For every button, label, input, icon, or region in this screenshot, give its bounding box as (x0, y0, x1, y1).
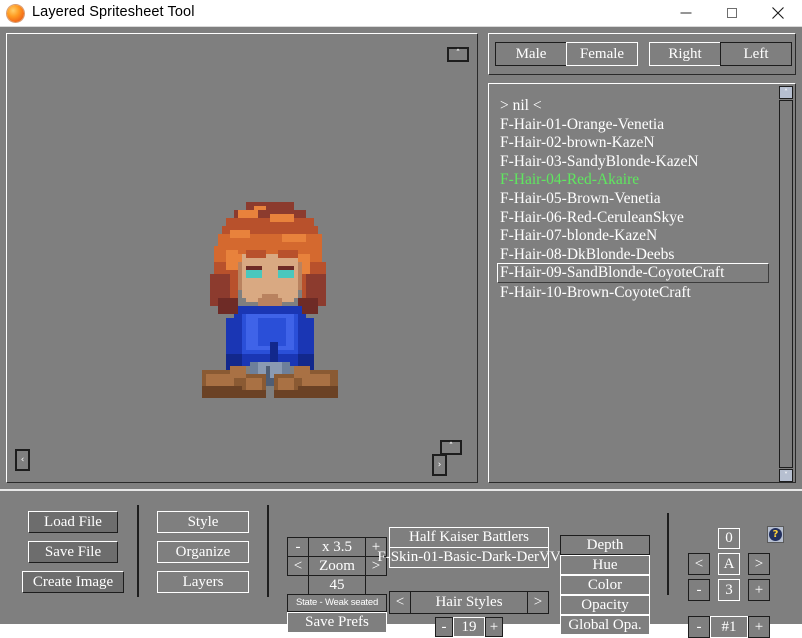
title-bar: Layered Spritesheet Tool (0, 0, 802, 27)
category-prev-button[interactable]: < (389, 591, 411, 614)
list-item[interactable]: F-Hair-01-Orange-Venetia (497, 115, 769, 134)
list-item[interactable]: F-Hair-05-Brown-Venetia (497, 189, 769, 208)
canvas-next-frame-button[interactable]: › (432, 454, 447, 476)
list-item[interactable]: > nil < (497, 96, 769, 115)
palette-top-value: 0 (718, 528, 740, 549)
toggle-right[interactable]: Right (649, 42, 721, 66)
list-item-selected[interactable]: F-Hair-04-Red-Akaire (497, 170, 769, 189)
scroll-up-icon[interactable]: ˄ (779, 86, 793, 99)
layer-id-increase-button[interactable]: + (748, 616, 770, 638)
divider (667, 513, 669, 595)
main-content: ˄ ‹ ˄ › Male Female Right Left > nil < F… (0, 27, 802, 638)
frame-value: 45 (308, 575, 366, 595)
list-item[interactable]: F-Hair-02-brown-KazeN (497, 133, 769, 152)
hue-button[interactable]: Hue (560, 555, 650, 575)
save-prefs-button[interactable]: Save Prefs (287, 612, 387, 633)
toggle-male[interactable]: Male (495, 42, 567, 66)
depth-button[interactable]: Depth (560, 535, 650, 555)
state-label: State - Weak seated (287, 594, 387, 612)
canvas-scroll-up-alt-button[interactable]: ˄ (440, 440, 462, 455)
global-opacity-button[interactable]: Global Opa. (560, 615, 650, 635)
gender-toggle-group: Male Female (495, 42, 638, 66)
divider (267, 505, 269, 597)
zoom-label: Zoom (308, 556, 366, 576)
layer-id-decrease-button[interactable]: - (688, 616, 710, 638)
organize-button[interactable]: Organize (157, 541, 249, 563)
toggle-left[interactable]: Left (720, 42, 792, 66)
index-decrease-button[interactable]: - (435, 617, 453, 637)
list-item[interactable]: F-Hair-10-Brown-CoyoteCraft (497, 283, 769, 302)
app-logo-icon (7, 5, 24, 22)
close-button[interactable] (755, 0, 801, 26)
style-button[interactable]: Style (157, 511, 249, 533)
category-next-button[interactable]: > (527, 591, 549, 614)
application-window: Layered Spritesheet Tool ˄ ‹ ˄ › Male Fe… (0, 0, 802, 638)
asset-list: > nil < F-Hair-01-Orange-Venetia F-Hair-… (497, 96, 769, 301)
layer-id-value: #1 (710, 616, 748, 638)
question-mark-icon: ? (769, 528, 782, 541)
palette-next-button[interactable]: > (748, 553, 770, 575)
toggle-panel: Male Female Right Left (488, 33, 796, 75)
canvas-prev-frame-button[interactable]: ‹ (15, 449, 30, 471)
index-increase-button[interactable]: + (485, 617, 503, 637)
list-item[interactable]: F-Hair-07-blonde-KazeN (497, 226, 769, 245)
load-file-button[interactable]: Load File (28, 511, 118, 533)
battler-set-label[interactable]: Half Kaiser Battlers (389, 527, 549, 548)
list-scrollbar[interactable]: ˄ ˅ (778, 85, 794, 482)
sprite-canvas-panel[interactable]: ˄ ‹ ˄ › (6, 33, 478, 483)
toggle-female[interactable]: Female (566, 42, 638, 66)
facing-toggle-group: Right Left (649, 42, 792, 66)
help-button[interactable]: ? (767, 526, 784, 543)
sprite-preview (182, 194, 358, 402)
minimize-icon (680, 12, 692, 14)
create-image-button[interactable]: Create Image (22, 571, 124, 593)
palette-increase-button[interactable]: + (748, 579, 770, 601)
divider (137, 505, 139, 597)
asset-list-panel: > nil < F-Hair-01-Orange-Venetia F-Hair-… (488, 83, 796, 483)
list-item[interactable]: F-Hair-06-Red-CeruleanSkye (497, 208, 769, 227)
palette-letter-value: A (718, 553, 740, 575)
zoom-value: x 3.5 (308, 537, 366, 557)
scrollbar-track[interactable] (779, 100, 793, 468)
canvas-scroll-up-button[interactable]: ˄ (447, 47, 469, 62)
opacity-button[interactable]: Opacity (560, 595, 650, 615)
skin-label[interactable]: F-Skin-01-Basic-Dark-DerVV (377, 547, 561, 568)
zoom-decrease-button[interactable]: - (287, 537, 309, 557)
index-value: 19 (453, 617, 485, 637)
bottom-toolbar: Load File Save File Create Image Style O… (0, 489, 802, 638)
close-icon (772, 7, 785, 20)
layers-button[interactable]: Layers (157, 571, 249, 593)
maximize-icon (727, 8, 737, 18)
palette-decrease-button[interactable]: - (688, 579, 710, 601)
minimize-button[interactable] (663, 0, 709, 26)
palette-number-value: 3 (718, 579, 740, 601)
save-file-button[interactable]: Save File (28, 541, 118, 563)
scroll-down-icon[interactable]: ˅ (779, 469, 793, 482)
list-item[interactable]: F-Hair-08-DkBlonde-Deebs (497, 245, 769, 264)
palette-prev-button[interactable]: < (688, 553, 710, 575)
maximize-button[interactable] (709, 0, 755, 26)
window-title: Layered Spritesheet Tool (32, 4, 195, 20)
color-button[interactable]: Color (560, 575, 650, 595)
zoom-prev-button[interactable]: < (287, 556, 309, 576)
list-item[interactable]: F-Hair-03-SandyBlonde-KazeN (497, 152, 769, 171)
category-label: Hair Styles (410, 591, 528, 614)
list-item-highlighted[interactable]: F-Hair-09-SandBlonde-CoyoteCraft (497, 263, 769, 283)
